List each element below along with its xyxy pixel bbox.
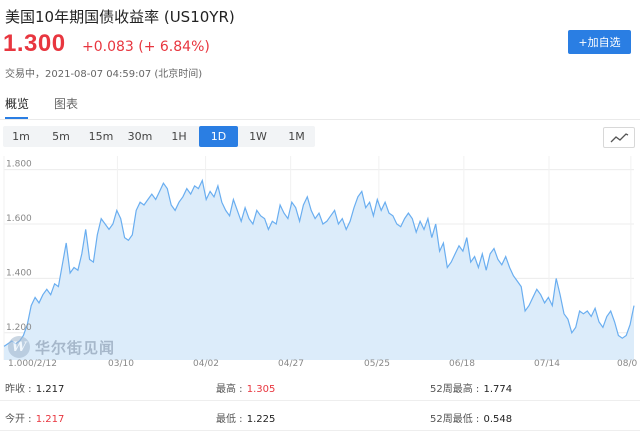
stat-prev-close: 昨收 : 1.217 <box>5 380 64 395</box>
x-tick-label: 04/02 <box>193 359 219 369</box>
period-1m[interactable]: 1m <box>3 126 39 147</box>
period-1mo[interactable]: 1M <box>278 126 315 147</box>
stat-label: 最低 : <box>216 414 243 425</box>
current-price: 1.300 <box>3 30 66 57</box>
y-tick-label: 1.400 <box>6 268 32 278</box>
period-15m[interactable]: 15m <box>82 126 120 147</box>
x-tick-label: 08/0 <box>617 359 637 369</box>
period-30m[interactable]: 30m <box>121 126 159 147</box>
watermark-text: 华尔街见闻 <box>35 338 116 357</box>
stat-52w-high: 52周最高 : 1.774 <box>430 380 512 395</box>
stat-label: 52周最高 : <box>430 384 480 395</box>
trading-status: 交易中，2021-08-07 04:59:07 (北京时间) <box>5 69 203 80</box>
tab-overview[interactable]: 概览 <box>5 95 29 112</box>
stat-52w-low: 52周最低 : 0.548 <box>430 410 512 425</box>
active-tab-indicator <box>5 117 28 119</box>
stats-row: 今开 : 1.217 最低 : 1.225 52周最低 : 0.548 <box>0 404 640 431</box>
x-tick-label: 04/27 <box>278 359 304 369</box>
add-watchlist-button[interactable]: +加自选 <box>568 30 631 54</box>
price-change: +0.083 (+ 6.84%) <box>82 39 210 55</box>
x-tick-label: 07/14 <box>534 359 560 369</box>
x-tick-label: 05/25 <box>364 359 390 369</box>
chart-type-button[interactable] <box>603 127 635 148</box>
stat-value: 1.225 <box>246 414 276 425</box>
instrument-title: 美国10年期国债收益率 (US10YR) <box>5 8 235 26</box>
watermark-logo: W <box>8 336 30 358</box>
stat-label: 52周最低 : <box>430 414 480 425</box>
watermark: W 华尔街见闻 <box>8 333 115 361</box>
y-tick-label: 1.600 <box>6 214 32 224</box>
stat-value: 1.217 <box>35 384 65 395</box>
stat-high: 最高 : 1.305 <box>216 380 275 395</box>
view-tabs: 概览 图表 <box>0 87 640 120</box>
period-selector: 1m 5m 15m 30m 1H 1D 1W 1M <box>3 126 315 147</box>
stat-label: 最高 : <box>216 384 243 395</box>
period-1d[interactable]: 1D <box>199 126 238 147</box>
stat-value: 1.774 <box>483 384 513 395</box>
stat-value: 1.217 <box>35 414 65 425</box>
stat-label: 今开 : <box>5 414 32 425</box>
tab-chart[interactable]: 图表 <box>54 95 78 112</box>
stat-value: 0.548 <box>483 414 513 425</box>
period-5m[interactable]: 5m <box>43 126 79 147</box>
stat-open: 今开 : 1.217 <box>5 410 64 425</box>
y-tick-label: 1.200 <box>6 323 32 333</box>
stats-row: 昨收 : 1.217 最高 : 1.305 52周最高 : 1.774 <box>0 374 640 401</box>
stats-panel: 昨收 : 1.217 最高 : 1.305 52周最高 : 1.774 今开 :… <box>0 372 640 433</box>
stat-label: 昨收 : <box>5 384 32 395</box>
stat-low: 最低 : 1.225 <box>216 410 275 425</box>
y-tick-label: 1.800 <box>6 160 32 170</box>
period-1h[interactable]: 1H <box>161 126 197 147</box>
period-1w[interactable]: 1W <box>240 126 276 147</box>
stat-value: 1.305 <box>246 384 276 395</box>
line-chart-icon <box>610 133 629 143</box>
x-tick-label: 06/18 <box>449 359 475 369</box>
